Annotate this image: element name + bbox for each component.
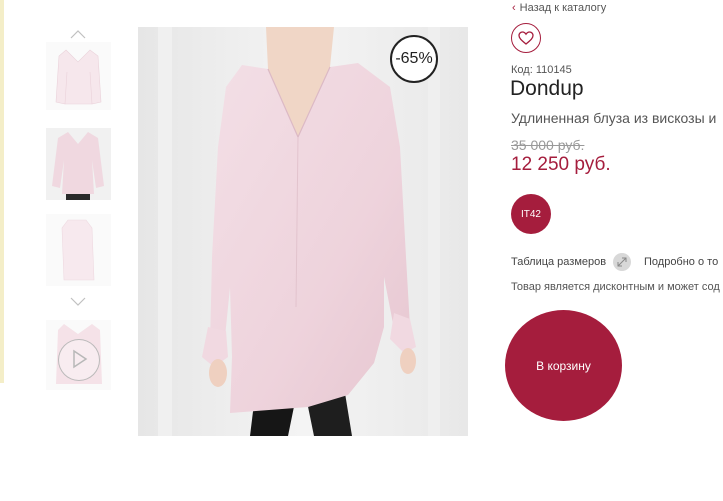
product-sku: Код: 110145: [511, 64, 572, 76]
product-title: Удлиненная блуза из вискозы и: [511, 110, 717, 126]
add-to-cart-button[interactable]: В корзину: [505, 310, 622, 421]
add-to-cart-label: В корзину: [536, 358, 591, 373]
back-link-label: Назад к каталогу: [519, 2, 607, 14]
side-strip: [0, 0, 4, 383]
thumb-scroll-up-icon[interactable]: [70, 24, 86, 39]
discount-notice: Товар является дисконтным и может сод: [511, 281, 720, 293]
heart-icon: [518, 31, 534, 45]
thumb-scroll-down-icon[interactable]: [70, 292, 86, 306]
size-chart-icon[interactable]: [613, 253, 631, 271]
add-to-favorites-button[interactable]: [511, 23, 541, 53]
sale-price: 12 250 руб.: [511, 154, 611, 175]
old-price: 35 000 руб.: [511, 137, 585, 153]
thumbnail-front[interactable]: [46, 42, 111, 110]
more-details-link[interactable]: Подробно о то: [644, 256, 723, 268]
product-brand: Dondup: [510, 77, 584, 100]
discount-badge: -65%: [390, 35, 438, 83]
thumbnail-model[interactable]: [46, 128, 111, 200]
play-video-button[interactable]: [58, 339, 100, 381]
back-to-catalog-link[interactable]: ‹ Назад к каталогу: [512, 2, 606, 14]
thumbnail-side[interactable]: [46, 214, 111, 286]
chevron-left-icon: ‹: [512, 2, 516, 14]
size-table-link[interactable]: Таблица размеров: [511, 256, 606, 268]
size-option-it42[interactable]: IT42: [511, 194, 551, 234]
main-product-image[interactable]: [138, 27, 468, 436]
play-icon: [73, 349, 88, 369]
